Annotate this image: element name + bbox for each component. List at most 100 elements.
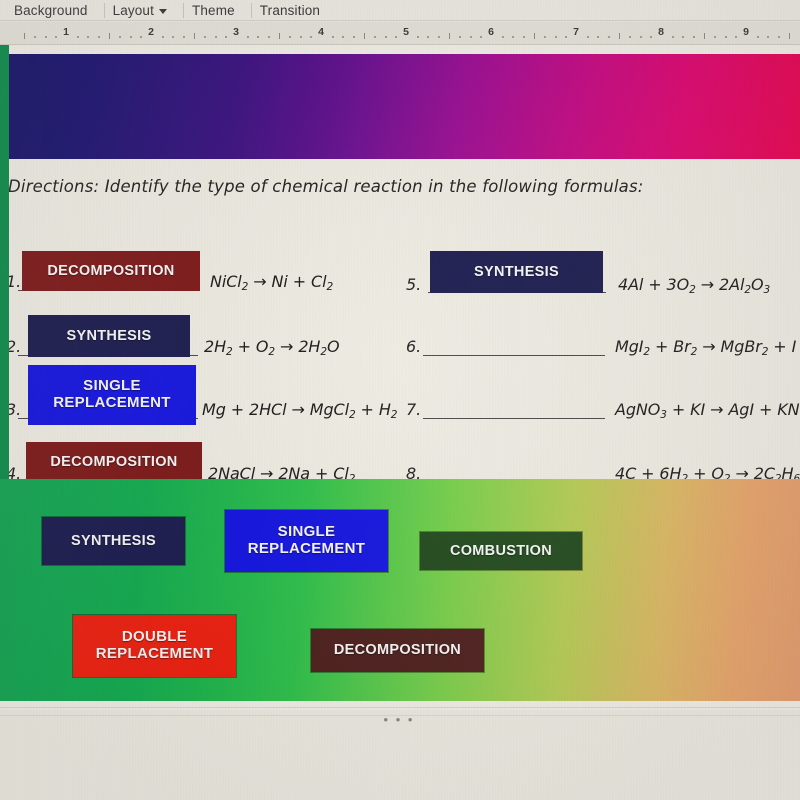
ruler-tick xyxy=(108,33,110,39)
ruler-number: 2 xyxy=(148,26,154,38)
ruler-dot xyxy=(331,36,334,38)
ruler-dot xyxy=(607,36,610,38)
ruler-dot xyxy=(161,36,164,38)
answer-bank: SYNTHESIS SINGLE REPLACEMENT COMBUSTION … xyxy=(0,479,800,701)
slide-canvas[interactable]: Directions: Identify the type of chemica… xyxy=(0,45,800,710)
ruler-dot xyxy=(289,36,292,38)
ruler-dot xyxy=(416,36,419,38)
ruler-dot xyxy=(34,36,37,38)
slides-toolbar: Background Layout Theme Transition xyxy=(0,0,800,21)
ruler-dot xyxy=(756,36,759,38)
ruler-dot xyxy=(480,36,483,38)
ruler-dot xyxy=(172,36,175,38)
bank-chip-single-replacement[interactable]: SINGLE REPLACEMENT xyxy=(225,510,388,572)
slide-bottom-divider-2 xyxy=(0,715,800,716)
ruler-dot xyxy=(650,36,653,38)
ruler-dot xyxy=(119,36,122,38)
app-root: Background Layout Theme Transition 1 2 3 4 5… xyxy=(0,0,800,800)
answer-chip-5[interactable]: SYNTHESIS xyxy=(430,251,603,293)
ruler-tick xyxy=(788,33,790,39)
toolbar-item-theme[interactable]: Theme xyxy=(186,3,249,18)
answer-chip-4[interactable]: DECOMPOSITION xyxy=(26,442,202,482)
ruler-tick xyxy=(23,33,25,39)
ruler-dot xyxy=(384,36,387,38)
ruler-dot xyxy=(267,36,270,38)
ruler-dot xyxy=(427,36,430,38)
horizontal-ruler[interactable]: 1 2 3 4 5 6 7 8 9 xyxy=(0,22,800,45)
ruler-dot xyxy=(544,36,547,38)
ruler-dot xyxy=(522,36,525,38)
answer-chip-2[interactable]: SYNTHESIS xyxy=(28,315,190,357)
ruler-dot xyxy=(352,36,355,38)
ruler-dot xyxy=(257,36,260,38)
toolbar-label-layout: Layout xyxy=(112,2,154,18)
ruler-number: 7 xyxy=(573,26,579,38)
slide-left-edge xyxy=(0,45,9,479)
toolbar-divider xyxy=(103,2,105,18)
ruler-dot xyxy=(565,36,568,38)
ruler-number: 8 xyxy=(658,26,664,38)
ruler-dot xyxy=(310,36,313,38)
ruler-ticks: 1 2 3 4 5 6 7 8 9 xyxy=(0,22,800,44)
ruler-dot xyxy=(55,36,58,38)
ruler-tick xyxy=(363,33,365,39)
slide-bottom-divider xyxy=(0,707,800,708)
bank-chip-combustion[interactable]: COMBUSTION xyxy=(420,532,582,570)
ruler-dot xyxy=(767,36,770,38)
ruler-dot xyxy=(777,36,780,38)
question-number-5: 5. xyxy=(406,275,422,294)
bank-chip-double-replacement[interactable]: DOUBLE REPLACEMENT xyxy=(73,615,236,677)
ruler-dot xyxy=(512,36,515,38)
ruler-dot xyxy=(639,36,642,38)
bank-chip-synthesis[interactable]: SYNTHESIS xyxy=(42,517,185,565)
ruler-dot xyxy=(246,36,249,38)
toolbar-label-theme: Theme xyxy=(192,2,235,18)
ruler-dot xyxy=(671,36,674,38)
ruler-dot xyxy=(501,36,504,38)
ruler-tick xyxy=(193,33,195,39)
ruler-number: 3 xyxy=(233,26,239,38)
ruler-dot xyxy=(735,36,738,38)
ruler-dot xyxy=(44,36,47,38)
ruler-number: 6 xyxy=(488,26,494,38)
equation-3: Mg + 2HCl → MgCl2 + H2 xyxy=(202,400,398,421)
question-number-6: 6. xyxy=(406,337,422,356)
bank-chip-decomposition[interactable]: DECOMPOSITION xyxy=(311,629,484,672)
slide-title-banner xyxy=(0,54,800,159)
ruler-dot xyxy=(682,36,685,38)
ruler-tick xyxy=(703,33,705,39)
ruler-dot xyxy=(342,36,345,38)
ruler-tick xyxy=(533,33,535,39)
ruler-dot xyxy=(586,36,589,38)
ruler-dot xyxy=(299,36,302,38)
ruler-dot xyxy=(204,36,207,38)
ruler-dot xyxy=(182,36,185,38)
equation-2: 2H2 + O2 → 2H2O xyxy=(204,337,340,358)
answer-blank-7[interactable] xyxy=(423,418,605,419)
equation-7: AgNO3 + KI → AgI + KNO3 xyxy=(615,400,800,421)
toolbar-label-background: Background xyxy=(14,2,88,18)
answer-blank-6[interactable] xyxy=(423,355,605,356)
ruler-dot xyxy=(374,36,377,38)
answer-chip-3[interactable]: SINGLE REPLACEMENT xyxy=(28,365,196,425)
ruler-dot xyxy=(724,36,727,38)
ruler-dot xyxy=(692,36,695,38)
ruler-tick xyxy=(618,33,620,39)
ruler-dot xyxy=(87,36,90,38)
ruler-dot xyxy=(469,36,472,38)
ruler-tick xyxy=(278,33,280,39)
ruler-dot xyxy=(97,36,100,38)
toolbar-item-transition[interactable]: Transition xyxy=(254,3,334,18)
toolbar-item-layout[interactable]: Layout xyxy=(107,3,181,18)
ruler-tick xyxy=(448,33,450,39)
answer-chip-1[interactable]: DECOMPOSITION xyxy=(22,251,200,291)
ruler-dot xyxy=(629,36,632,38)
toolbar-divider xyxy=(250,2,252,18)
equation-6: MgI2 + Br2 → MgBr2 + I xyxy=(615,337,797,358)
ruler-number: 4 xyxy=(318,26,324,38)
ruler-dot xyxy=(395,36,398,38)
ruler-dot xyxy=(140,36,143,38)
worksheet-body: Directions: Identify the type of chemica… xyxy=(0,159,800,485)
toolbar-item-background[interactable]: Background xyxy=(8,3,102,18)
ruler-dot xyxy=(76,36,79,38)
